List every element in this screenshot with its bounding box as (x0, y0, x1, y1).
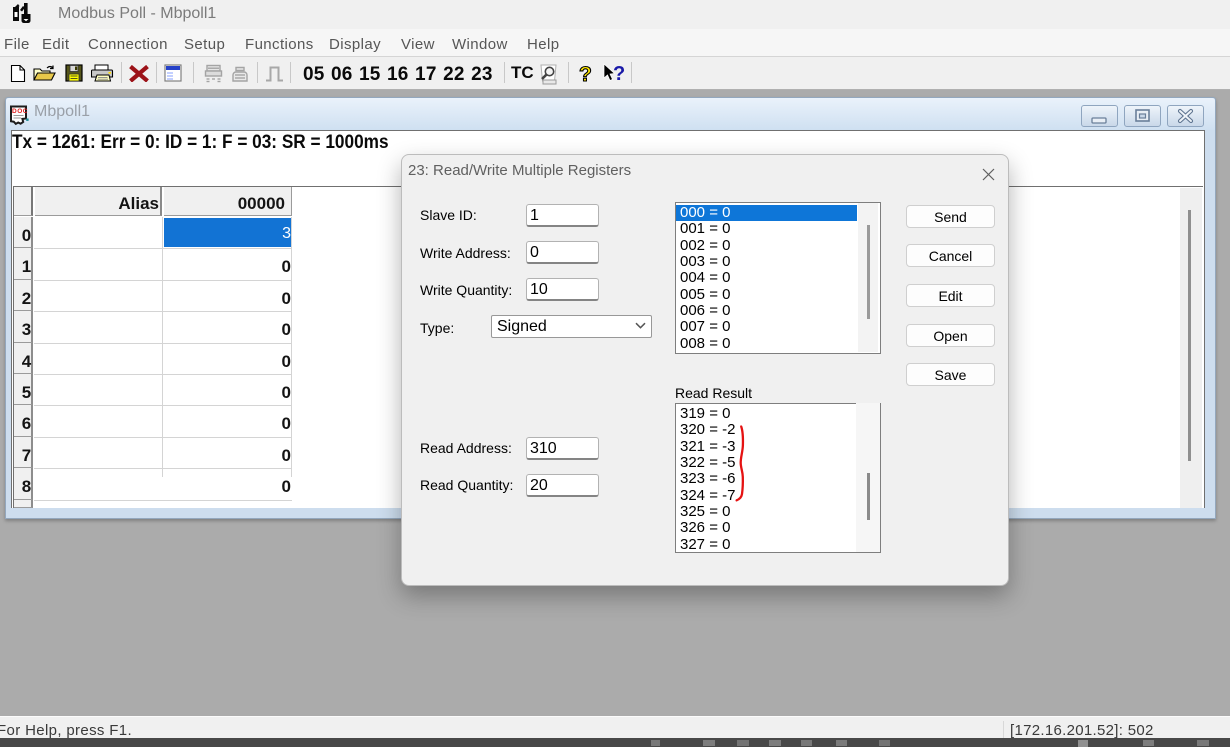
svg-text:?: ? (579, 63, 592, 85)
svg-text:DOC: DOC (12, 108, 28, 115)
